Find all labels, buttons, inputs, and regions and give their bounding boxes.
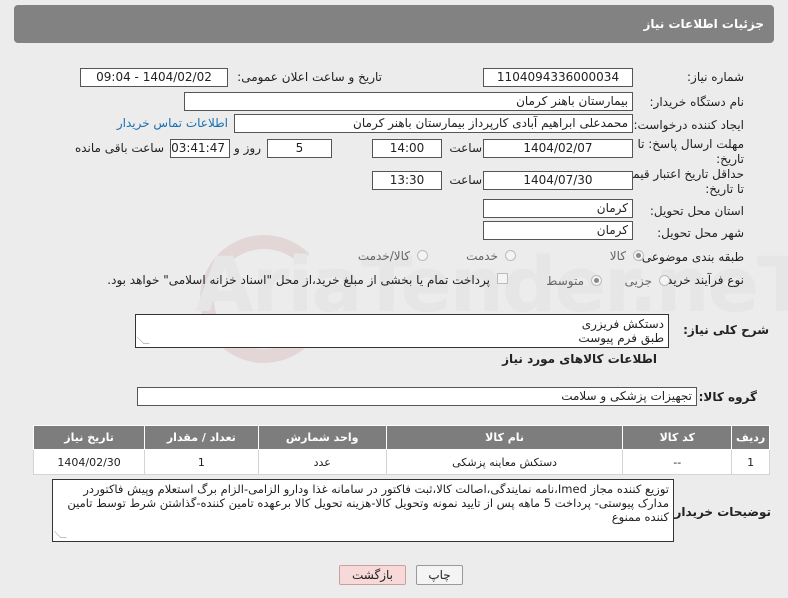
buyer-contact-link[interactable]: اطلاعات تماس خریدار	[117, 116, 228, 130]
price-validity-label: حداقل تاریخ اعتبار قیمت:	[617, 167, 744, 181]
process-option-minor: جزیی	[624, 274, 652, 288]
col-header-quantity: تعداد / مقدار	[144, 425, 259, 450]
buyer-org-field: بیمارستان باهنر کرمان	[184, 92, 633, 111]
col-header-name: نام کالا	[385, 425, 624, 450]
delivery-city-field: کرمان	[483, 221, 633, 240]
treasury-payment-note: پرداخت تمام یا بخشی از مبلغ خرید،از محل …	[107, 273, 490, 287]
page-header: جزئیات اطلاعات نیاز	[14, 5, 774, 43]
remaining-label: ساعت باقی مانده	[74, 141, 164, 155]
need-number-label: شماره نیاز:	[687, 70, 744, 84]
description-line-2: طبق فرم پیوست	[578, 331, 664, 345]
remaining-time-field: 03:41:47	[170, 139, 230, 158]
buyer-org-label: نام دستگاه خریدار:	[649, 95, 745, 109]
back-button[interactable]: بازگشت	[339, 565, 406, 585]
reply-date-field: 1404/02/07	[483, 139, 633, 158]
cell-row-number: 1	[731, 449, 770, 475]
days-field: 5	[267, 139, 332, 158]
cell-need-date: 1404/02/30	[32, 449, 146, 475]
description-label: شرح کلی نیاز:	[683, 323, 769, 337]
category-option-goods: کالا	[609, 249, 626, 263]
col-header-need-date: تاریخ نیاز	[32, 425, 146, 450]
process-radio-medium[interactable]	[591, 275, 602, 286]
validity-time-label: ساعت	[449, 173, 482, 187]
reply-deadline-label-2: تاریخ:	[716, 152, 744, 166]
print-button[interactable]: چاپ	[416, 565, 463, 585]
description-line-1: دستکش فریزری	[581, 317, 664, 331]
announce-label: تاریخ و ساعت اعلان عمومی:	[237, 70, 382, 84]
process-label: نوع فرآیند خرید :	[659, 273, 744, 287]
goods-table: ردیف کد کالا نام کالا واحد شمارش تعداد /…	[32, 425, 770, 475]
col-header-unit: واحد شمارش	[257, 425, 387, 450]
process-option-medium: متوسط	[546, 274, 584, 288]
category-option-goods-service: کالا/خدمت	[357, 249, 410, 263]
requester-label: ایجاد کننده درخواست:	[633, 118, 744, 132]
delivery-province-field: کرمان	[483, 199, 633, 218]
days-label: روز و	[234, 141, 261, 155]
description-textarea[interactable]: دستکش فریزری طبق فرم پیوست	[135, 314, 669, 348]
resize-grip-icon[interactable]	[54, 531, 67, 538]
price-validity-label-2: تا تاریخ:	[705, 182, 744, 196]
goods-section-title: اطلاعات کالاهای مورد نیاز	[502, 352, 657, 366]
cell-name: دستکش معاینه پزشکی	[385, 449, 624, 475]
validity-date-field: 1404/07/30	[483, 171, 633, 190]
cell-code: --	[622, 449, 733, 475]
category-option-service: خدمت	[466, 249, 498, 263]
buyer-notes-text: توزیع کننده مجاز Imed،نامه نمایندگی،اصال…	[67, 482, 669, 524]
cell-quantity: 1	[144, 449, 259, 475]
goods-group-field: تجهیزات پزشکی و سلامت	[137, 387, 697, 406]
reply-deadline-label: مهلت ارسال پاسخ: تا	[637, 137, 744, 151]
requester-field: محمدعلی ابراهیم آبادی کارپرداز بیمارستان…	[234, 114, 633, 133]
announce-field: 1404/02/02 - 09:04	[80, 68, 228, 87]
page-title: جزئیات اطلاعات نیاز	[643, 17, 764, 31]
col-header-code: کد کالا	[622, 425, 733, 450]
col-header-row-number: ردیف	[731, 425, 770, 450]
need-number-field: 1104094336000034	[483, 68, 633, 87]
validity-time-field: 13:30	[372, 171, 442, 190]
cell-unit: عدد	[257, 449, 387, 475]
table-header-row: ردیف کد کالا نام کالا واحد شمارش تعداد /…	[32, 425, 770, 450]
category-radio-goods-service[interactable]	[417, 250, 428, 261]
category-radio-service[interactable]	[505, 250, 516, 261]
buyer-notes-textarea[interactable]: توزیع کننده مجاز Imed،نامه نمایندگی،اصال…	[52, 479, 674, 542]
category-radio-goods[interactable]	[633, 250, 644, 261]
goods-group-label: گروه کالا:	[698, 390, 757, 404]
delivery-province-label: استان محل تحویل:	[649, 204, 744, 218]
buyer-notes-label: توضیحات خریدار:	[669, 505, 771, 519]
process-radio-minor[interactable]	[659, 275, 670, 286]
category-label: طبقه بندی موضوعی:	[637, 250, 744, 264]
reply-time-label: ساعت	[449, 141, 482, 155]
delivery-city-label: شهر محل تحویل:	[657, 226, 744, 240]
reply-time-field: 14:00	[372, 139, 442, 158]
table-row[interactable]: 1 -- دستکش معاینه پزشکی عدد 1 1404/02/30	[32, 449, 770, 475]
treasury-payment-checkbox[interactable]	[497, 273, 508, 284]
